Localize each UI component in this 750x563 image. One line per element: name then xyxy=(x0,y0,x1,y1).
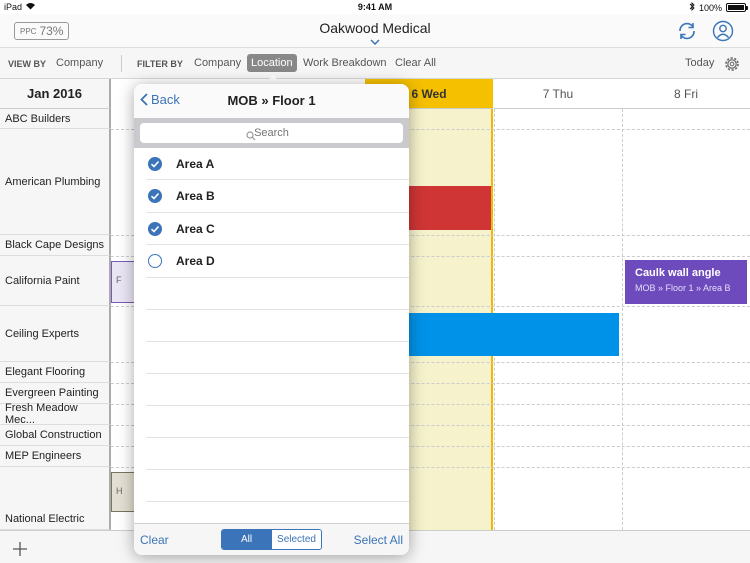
select-all-button[interactable]: Select All xyxy=(354,533,403,547)
list-item-label: Area D xyxy=(176,254,215,269)
filter-divider xyxy=(121,55,122,72)
gear-icon[interactable] xyxy=(722,54,742,74)
list-item[interactable]: Area C xyxy=(146,213,409,246)
search-bar xyxy=(134,118,409,148)
task-bar-blue[interactable] xyxy=(400,313,619,356)
row-label[interactable]: ABC Builders xyxy=(0,109,111,129)
today-button[interactable]: Today xyxy=(685,57,714,69)
day-header-thu[interactable]: 7 Thu xyxy=(494,79,622,109)
month-label: Jan 2016 xyxy=(0,79,111,109)
list-item-label: Area A xyxy=(176,157,215,171)
row-label[interactable]: MEP Engineers xyxy=(0,446,111,467)
popover-header: Back MOB » Floor 1 xyxy=(134,84,409,118)
selection-segmented-control: All Selected xyxy=(221,529,322,550)
search-icon xyxy=(246,128,256,141)
task-card[interactable]: Caulk wall angle MOB » Floor 1 » Area B xyxy=(625,260,747,304)
task-stub-text: F xyxy=(116,275,122,285)
battery-percent: 100% xyxy=(698,2,722,13)
checkmark-icon[interactable] xyxy=(148,157,162,171)
add-icon[interactable] xyxy=(12,535,28,563)
status-right: 100% xyxy=(689,1,748,13)
filter-by-label: FILTER BY xyxy=(137,59,183,69)
list-item-label: Area C xyxy=(176,221,215,236)
row-label[interactable]: Evergreen Painting xyxy=(0,383,111,404)
clear-button[interactable]: Clear xyxy=(140,533,169,547)
filter-location-button[interactable]: Location xyxy=(247,54,297,72)
app-title[interactable]: Oakwood Medical xyxy=(0,20,750,36)
area-list: Area A Area B Area C Area D xyxy=(134,148,409,502)
location-filter-popover: Back MOB » Floor 1 Area A Area B Area C xyxy=(134,84,409,555)
checkmark-icon[interactable] xyxy=(148,189,162,204)
row-label[interactable]: Black Cape Designs xyxy=(0,235,111,256)
row-label[interactable]: California Paint xyxy=(0,256,111,306)
empty-row xyxy=(146,438,409,470)
filter-work-breakdown-button[interactable]: Work Breakdown xyxy=(303,57,387,69)
chevron-down-icon[interactable] xyxy=(370,38,380,47)
empty-row xyxy=(146,310,409,342)
row-label[interactable]: National Electric xyxy=(0,467,111,530)
status-bar: iPad 9:41 AM 100% xyxy=(0,0,750,14)
task-title: Caulk wall angle xyxy=(635,267,721,279)
row-label[interactable]: Fresh Meadow Mec... xyxy=(0,402,111,426)
row-label[interactable]: Ceiling Experts xyxy=(0,306,111,362)
list-item[interactable]: Area A xyxy=(146,148,409,181)
checkmark-icon[interactable] xyxy=(148,221,162,236)
view-by-label: VIEW BY xyxy=(8,59,47,69)
app-header: PPC 73% Oakwood Medical xyxy=(0,14,750,48)
bluetooth-icon xyxy=(689,1,695,13)
battery-icon xyxy=(726,3,748,12)
segment-all[interactable]: All xyxy=(222,530,271,549)
list-item[interactable]: Area D xyxy=(146,245,409,278)
task-location: MOB » Floor 1 » Area B xyxy=(635,283,731,293)
user-icon[interactable] xyxy=(712,20,734,42)
popover-title: MOB » Floor 1 xyxy=(227,93,316,108)
segment-selected[interactable]: Selected xyxy=(271,530,321,549)
empty-row xyxy=(146,278,409,310)
clear-all-button[interactable]: Clear All xyxy=(395,57,436,69)
view-by-company-button[interactable]: Company xyxy=(56,57,103,69)
unchecked-circle-icon[interactable] xyxy=(148,254,162,269)
sync-icon[interactable] xyxy=(676,20,698,42)
task-stub[interactable]: F xyxy=(111,261,135,303)
empty-row xyxy=(146,374,409,406)
task-bar-red[interactable] xyxy=(400,186,491,230)
day-header-fri[interactable]: 8 Fri xyxy=(622,79,750,109)
empty-row xyxy=(146,342,409,374)
row-label[interactable]: American Plumbing xyxy=(0,129,111,235)
filter-bar: VIEW BY Company FILTER BY Company Locati… xyxy=(0,48,750,79)
row-label[interactable]: Global Construction xyxy=(0,425,111,446)
list-item-label: Area B xyxy=(176,189,215,204)
row-label[interactable]: Elegant Flooring xyxy=(0,362,111,383)
task-stub[interactable]: H xyxy=(111,472,135,512)
empty-row xyxy=(146,406,409,438)
task-stub-text: H xyxy=(116,486,123,496)
popover-arrow xyxy=(264,75,282,84)
search-input[interactable] xyxy=(140,123,403,143)
empty-row xyxy=(146,470,409,502)
popover-footer: Clear All Selected Select All xyxy=(134,523,409,555)
status-time: 9:41 AM xyxy=(357,2,393,12)
list-item[interactable]: Area B xyxy=(146,180,409,213)
filter-company-button[interactable]: Company xyxy=(194,57,241,69)
